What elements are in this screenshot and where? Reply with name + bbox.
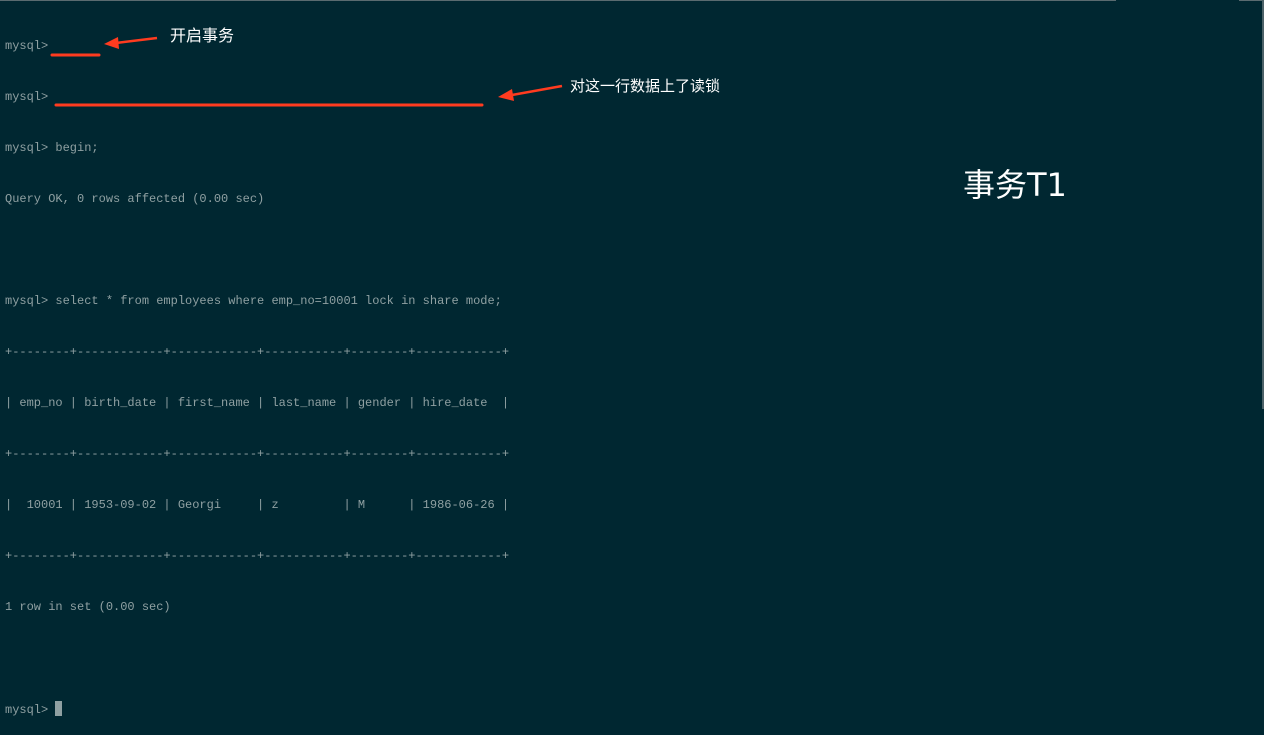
table-row: | 10001 | 1953-09-02 | Georgi | z | M | … [5,498,510,512]
begin-annotation: 开启事务 [170,26,235,45]
transaction-title: 事务T1 [963,166,1067,204]
arrow-head-icon [104,37,119,49]
lock-annotation: 对这一行数据上了读锁 [570,77,721,95]
annotation-layer [50,36,563,107]
cursor [55,701,63,716]
current-prompt[interactable]: mysql> [5,701,509,718]
table-border: +--------+------------+------------+----… [5,447,510,461]
arrow-head-icon [498,89,514,101]
table-border: +--------+------------+------------+----… [5,549,510,563]
prompt-text: mysql> [5,703,56,717]
terminal-line: 1 row in set (0.00 sec) [5,600,171,614]
begin-arrow [115,36,158,45]
select-arrow [511,84,563,97]
